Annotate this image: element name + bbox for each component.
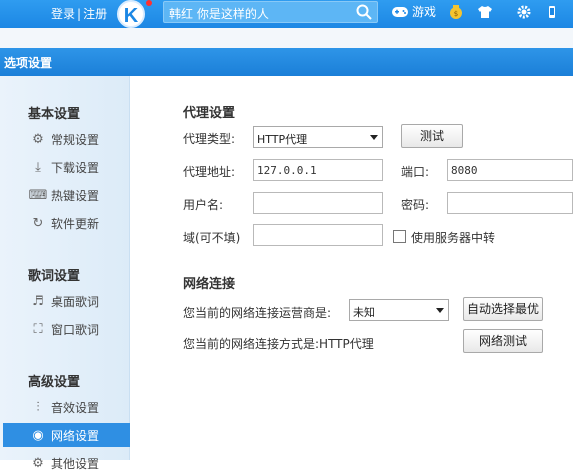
proxy-type-select[interactable]: HTTP代理 [253, 126, 383, 148]
sidebar-item-label: 下载设置 [51, 160, 100, 175]
password-input[interactable] [447, 192, 573, 214]
isp-select[interactable]: 未知 [349, 299, 449, 321]
connection-mode-text: 您当前的网络连接方式是:HTTP代理 [183, 337, 374, 351]
keyboard-icon: ⌨ [28, 187, 48, 203]
tshirt-icon[interactable] [477, 4, 493, 20]
sidebar-item-sound[interactable]: ⫶ 音效设置 [3, 395, 130, 419]
sidebar-item-desktop-lyrics[interactable]: ♬ 桌面歌词 [3, 289, 130, 313]
dropdown-arrow-icon [370, 135, 378, 140]
search-box[interactable]: 韩红 你是这样的人 [163, 1, 378, 23]
top-bar: 登录 | 注册 K 韩红 你是这样的人 游戏 $ [0, 0, 573, 28]
sidebar-item-label: 热键设置 [51, 188, 100, 203]
domain-label: 域(可不填) [183, 231, 241, 245]
login-link[interactable]: 登录 [51, 7, 75, 21]
dialog-title: 选项设置 [4, 56, 53, 70]
network-section-title: 网络连接 [183, 277, 236, 292]
network-settings-panel: 代理设置 代理类型: HTTP代理 测试 代理地址: 127.0.0.1 端口:… [131, 76, 573, 460]
relay-label: 使用服务器中转 [411, 231, 496, 245]
sidebar-item-label: 常规设置 [51, 132, 100, 147]
network-test-button[interactable]: 网络测试 [463, 329, 543, 353]
dialog-header: 选项设置 [0, 48, 573, 76]
settings-icon[interactable] [516, 4, 532, 20]
other-icon: ⚙ [32, 455, 44, 471]
section-lyrics-title: 歌词设置 [28, 269, 81, 284]
sidebar-item-network[interactable]: ◉ 网络设置 [3, 423, 130, 447]
kugou-logo[interactable]: K [117, 0, 145, 28]
game-button[interactable]: 游戏 [391, 3, 436, 20]
download-icon: ⤓ [35, 159, 41, 175]
window-lyrics-icon: ⛶ [33, 321, 43, 337]
sidebar-item-label: 桌面歌词 [51, 294, 100, 309]
sidebar-item-hotkey[interactable]: ⌨ 热键设置 [3, 183, 130, 207]
notification-dot [146, 0, 152, 6]
network-icon: ◉ [32, 427, 44, 443]
gear-icon: ⚙ [32, 131, 44, 147]
proxy-test-button[interactable]: 测试 [401, 124, 463, 148]
username-input[interactable] [253, 192, 383, 214]
search-icon[interactable] [356, 4, 372, 20]
game-label: 游戏 [412, 5, 437, 19]
dropdown-arrow-icon [436, 308, 444, 313]
section-basic-title: 基本设置 [28, 107, 81, 122]
phone-icon[interactable] [544, 4, 560, 20]
auto-select-button[interactable]: 自动选择最优 [463, 297, 543, 321]
sidebar-item-label: 网络设置 [51, 428, 100, 443]
password-label: 密码: [401, 198, 430, 212]
moneybag-icon[interactable]: $ [448, 4, 464, 20]
refresh-icon: ↻ [32, 215, 44, 231]
sidebar-item-general[interactable]: ⚙ 常规设置 [3, 127, 130, 151]
proxy-address-input[interactable]: 127.0.0.1 [253, 159, 383, 181]
sidebar-item-label: 音效设置 [51, 400, 100, 415]
isp-value: 未知 [353, 306, 375, 319]
svg-text:$: $ [454, 10, 458, 18]
sidebar-item-label: 其他设置 [51, 456, 100, 471]
settings-sidebar: 基本设置 ⚙ 常规设置 ⤓ 下载设置 ⌨ 热键设置 ↻ 软件更新 歌词设置 ♬ … [0, 76, 130, 471]
register-link[interactable]: 注册 [83, 7, 107, 21]
proxy-type-label: 代理类型: [183, 132, 236, 146]
login-register: 登录 | 注册 [51, 5, 107, 22]
username-label: 用户名: [183, 198, 224, 212]
sidebar-item-window-lyrics[interactable]: ⛶ 窗口歌词 [3, 317, 130, 341]
sidebar-item-update[interactable]: ↻ 软件更新 [3, 211, 130, 235]
desktop-lyrics-icon: ♬ [32, 293, 44, 309]
proxy-type-value: HTTP代理 [257, 133, 308, 146]
spacer [0, 28, 573, 48]
section-advanced-title: 高级设置 [28, 375, 81, 390]
relay-checkbox[interactable] [393, 230, 406, 243]
isp-label: 您当前的网络连接运营商是: [183, 306, 332, 320]
sidebar-item-other[interactable]: ⚙ 其他设置 [3, 451, 130, 475]
sidebar-item-label: 窗口歌词 [51, 322, 100, 337]
domain-input[interactable] [253, 224, 383, 246]
search-input[interactable]: 韩红 你是这样的人 [169, 5, 269, 22]
proxy-section-title: 代理设置 [183, 106, 236, 121]
sidebar-item-download[interactable]: ⤓ 下载设置 [3, 155, 130, 179]
port-label: 端口: [401, 165, 430, 179]
equalizer-icon: ⫶ [36, 399, 40, 415]
gamepad-icon [392, 6, 408, 17]
port-input[interactable]: 8080 [447, 159, 573, 181]
proxy-address-label: 代理地址: [183, 165, 236, 179]
sidebar-item-label: 软件更新 [51, 216, 100, 231]
separator: | [77, 7, 82, 21]
